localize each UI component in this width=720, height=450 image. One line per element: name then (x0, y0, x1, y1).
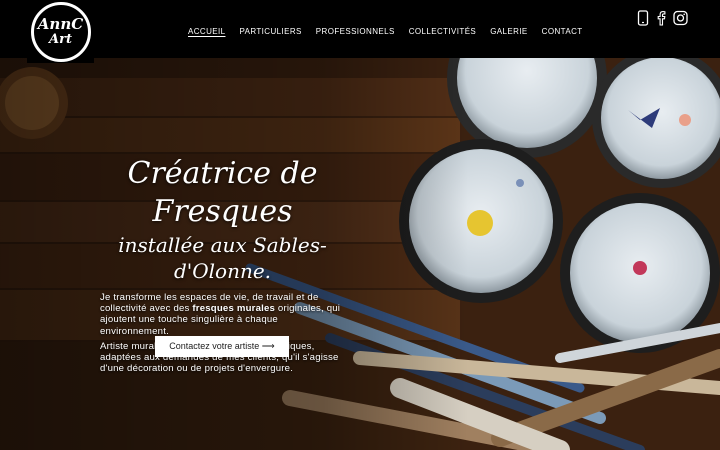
logo-text-line1: AnnC (37, 15, 84, 33)
social-links (637, 10, 688, 26)
nav-item-professionnels[interactable]: Professionnels (316, 27, 395, 36)
logo[interactable]: AnnC Art (27, 0, 94, 63)
main-nav: Accueil Particuliers Professionnels Coll… (188, 27, 597, 36)
hero-section: Créatrice de Fresques installée aux Sabl… (0, 58, 720, 450)
logo-mark: AnnC Art (30, 1, 91, 62)
facebook-icon[interactable] (655, 10, 669, 26)
hero-subtitle-line2: d'Olonne. (173, 259, 272, 283)
nav-item-collectivites[interactable]: Collectivités (409, 27, 476, 36)
instagram-icon[interactable] (673, 10, 688, 26)
hero-title-line2: Fresques (152, 194, 293, 229)
hero-title-line1: Créatrice de (127, 156, 318, 191)
hero-paragraph-1-bold: fresques murales (192, 303, 276, 315)
hero-subtitle-line1: installée aux Sables- (118, 233, 327, 257)
logo-text-line2: Art (49, 32, 72, 47)
contact-artist-button[interactable]: Contactez votre artiste ⟶ (155, 336, 289, 357)
nav-item-particuliers[interactable]: Particuliers (239, 27, 301, 36)
phone-icon[interactable] (637, 10, 651, 26)
nav-item-galerie[interactable]: Galerie (490, 27, 527, 36)
nav-item-accueil[interactable]: Accueil (188, 27, 225, 36)
site-header: AnnC Art Accueil Particuliers Profession… (0, 0, 720, 63)
nav-item-contact[interactable]: Contact (542, 27, 583, 36)
hero-paragraph-1: Je transforme les espaces de vie, de tra… (100, 292, 345, 337)
